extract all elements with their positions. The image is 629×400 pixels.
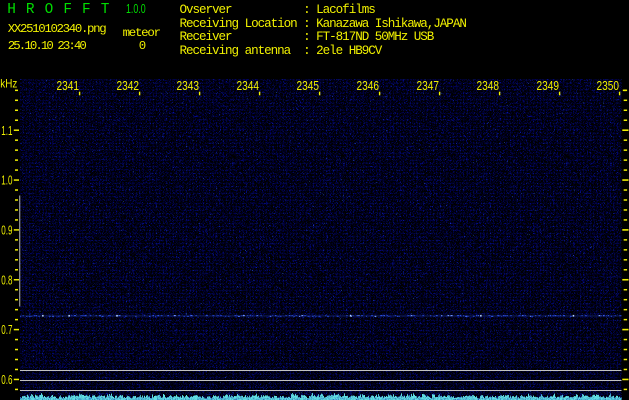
svg-text:2342: 2342 — [117, 78, 140, 93]
svg-text:1.0: 1.0 — [1, 173, 12, 188]
svg-text:0.9: 0.9 — [1, 223, 12, 238]
svg-text:0.6: 0.6 — [1, 372, 12, 387]
svg-text:0.8: 0.8 — [1, 272, 12, 287]
svg-text:0.7: 0.7 — [1, 322, 12, 337]
svg-text:2343: 2343 — [177, 78, 200, 93]
svg-text:2341: 2341 — [57, 78, 80, 93]
svg-text:2350: 2350 — [597, 78, 620, 93]
svg-text:2348: 2348 — [477, 78, 500, 93]
svg-text:kHz: kHz — [0, 77, 17, 91]
svg-text:2347: 2347 — [417, 78, 440, 93]
svg-text:2345: 2345 — [297, 78, 320, 93]
svg-text:2344: 2344 — [237, 78, 260, 93]
svg-text:2349: 2349 — [537, 78, 560, 93]
svg-text:2346: 2346 — [357, 78, 380, 93]
svg-text:1.1: 1.1 — [1, 123, 12, 138]
